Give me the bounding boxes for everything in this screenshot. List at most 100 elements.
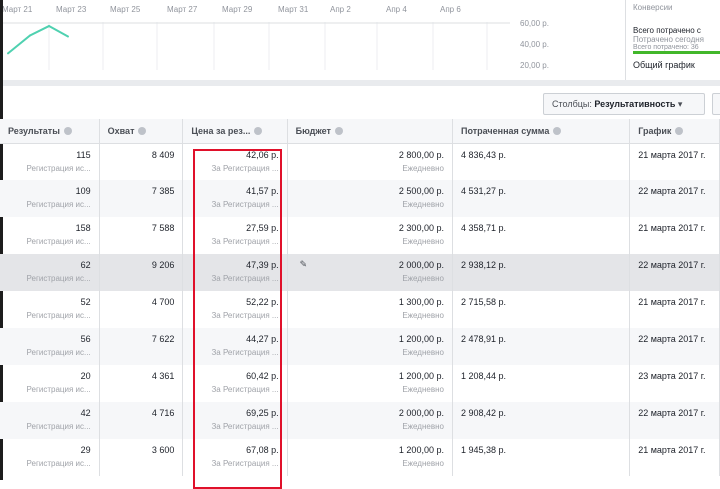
results-value: 52 — [80, 297, 91, 307]
y-tick-label: 60,00 р. — [520, 19, 549, 28]
info-icon[interactable] — [63, 127, 72, 136]
column-header-label: Потраченная сумма — [460, 125, 550, 136]
reach-value: 4 361 — [151, 371, 175, 381]
reach-cell: 7 622 — [99, 328, 184, 365]
table-row[interactable]: 115 Регистрация ис... 8 409 42,06 р. За Ре… — [0, 143, 720, 180]
data-point — [67, 35, 69, 38]
info-icon[interactable] — [334, 127, 343, 136]
table-row[interactable]: 52 Регистрация ис... 4 700 52,22 р. За Рег… — [0, 291, 720, 328]
reach-value: 7 385 — [151, 186, 175, 196]
reach-value: 4 700 — [151, 297, 175, 307]
chevron-down-icon: ▾ — [677, 99, 683, 109]
x-tick-label: Март 29 — [222, 5, 253, 14]
column-header-label: Бюджет — [295, 125, 331, 136]
x-tick-label: Март 21 — [2, 5, 33, 14]
budget-cell[interactable]: 1 200,00 р. Ежедневно — [287, 328, 453, 365]
results-type: Регистрация ис... — [26, 311, 91, 320]
budget-type: Ежедневно — [402, 200, 444, 209]
schedule-cell: 23 марта 2017 г. — [629, 365, 720, 402]
results-value: 109 — [75, 186, 91, 196]
spent-cell: 2 908,42 р. — [452, 402, 631, 439]
schedule-cell: 21 марта 2017 г. — [629, 291, 720, 328]
budget-cell[interactable]: 1 200,00 р. Ежедневно — [287, 365, 453, 402]
columns-label: Столбцы: — [552, 99, 592, 109]
table-row[interactable]: 20 Регистрация ис... 4 361 60,42 р. За Рег… — [0, 365, 720, 402]
results-value: 158 — [75, 223, 91, 233]
results-cell: 158 Регистрация ис... — [0, 217, 100, 254]
overall-schedule: Общий график — [633, 60, 695, 70]
table-row[interactable]: 42 Регистрация ис... 4 716 69,25 р. За Рег… — [0, 402, 720, 439]
budget-cell[interactable]: 1 300,00 р. Ежедневно — [287, 291, 453, 328]
x-tick-label: Март 25 — [110, 5, 141, 14]
y-tick-label: 40,00 р. — [520, 40, 549, 49]
budget-value: 2 800,00 р. — [398, 149, 444, 160]
results-type: Регистрация ис... — [26, 459, 91, 468]
column-header-label: График — [638, 125, 672, 136]
info-icon[interactable] — [254, 127, 263, 136]
budget-cell[interactable]: 1 200,00 р. Ежедневно — [287, 439, 453, 476]
schedule-cell: 21 марта 2017 г. — [629, 217, 720, 254]
results-value: 62 — [80, 260, 91, 270]
schedule-cell: 22 марта 2017 г. — [629, 402, 720, 439]
column-header[interactable]: Потраченная сумма — [452, 119, 631, 144]
budget-cell[interactable]: 2 300,00 р. Ежедневно — [287, 217, 453, 254]
edit-pencil-icon[interactable]: ✎ — [300, 259, 308, 270]
schedule-value: 22 марта 2017 г. — [638, 186, 706, 196]
results-type: Регистрация ис... — [26, 422, 91, 431]
budget-cell[interactable]: ✎ 2 000,00 р. Ежедневно — [287, 254, 453, 291]
schedule-cell: 22 марта 2017 г. — [629, 254, 720, 291]
column-header-label: Охват — [107, 125, 135, 136]
reach-cell: 3 600 — [99, 439, 184, 476]
x-tick-label: Апр 6 — [440, 5, 461, 14]
reach-value: 4 716 — [151, 408, 175, 418]
budget-type: Ежедневно — [402, 163, 444, 173]
column-header[interactable]: График — [629, 119, 720, 144]
budget-type: Ежедневно — [402, 274, 444, 283]
info-icon[interactable] — [675, 127, 684, 136]
spent-value: 2 478,91 р. — [460, 334, 507, 344]
column-header[interactable]: Цена за рез... — [182, 119, 288, 144]
columns-dropdown[interactable]: Столбцы: Результативность ▾ — [543, 93, 705, 115]
toolbar-button[interactable] — [712, 93, 720, 115]
info-icon[interactable] — [553, 127, 562, 136]
budget-type: Ежедневно — [402, 348, 444, 357]
budget-type: Ежедневно — [402, 459, 444, 468]
spent-progress — [633, 51, 720, 54]
schedule-value: 21 марта 2017 г. — [638, 149, 706, 160]
x-tick-label: Март 27 — [167, 5, 198, 14]
column-header-label: Результаты — [8, 125, 60, 136]
spent-cell: 4 836,43 р. — [452, 143, 631, 180]
budget-value: 1 300,00 р. — [398, 297, 444, 307]
results-cell: 29 Регистрация ис... — [0, 439, 100, 476]
budget-cell[interactable]: 2 800,00 р. Ежедневно — [287, 143, 453, 180]
schedule-value: 21 марта 2017 г. — [638, 297, 706, 307]
total-spent-label: Всего потрачено с — [633, 26, 701, 35]
series-line — [7, 24, 69, 55]
budget-type: Ежедневно — [402, 311, 444, 320]
budget-cell[interactable]: 2 000,00 р. Ежедневно — [287, 402, 453, 439]
budget-cell[interactable]: 2 500,00 р. Ежедневно — [287, 180, 453, 217]
column-header[interactable]: Бюджет — [287, 119, 453, 144]
table-row[interactable]: 29 Регистрация ис... 3 600 67,08 р. За Рег… — [0, 439, 720, 476]
spent-value: 4 836,43 р. — [460, 149, 507, 160]
conversions-label: Конверсии — [633, 3, 673, 12]
info-icon[interactable] — [138, 127, 147, 136]
budget-value: 1 200,00 р. — [398, 445, 444, 455]
table-row[interactable]: 109 Регистрация ис... 7 385 41,57 р. За Ре… — [0, 180, 720, 217]
table-row[interactable]: 158 Регистрация ис... 7 588 27,59 р. За Ре… — [0, 217, 720, 254]
column-header[interactable]: Результаты — [0, 119, 100, 144]
spent-value: 2 908,42 р. — [460, 408, 507, 418]
reach-cell: 9 206 — [99, 254, 184, 291]
budget-type: Ежедневно — [402, 237, 444, 246]
budget-type: Ежедневно — [402, 422, 444, 431]
results-cell: 52 Регистрация ис... — [0, 291, 100, 328]
column-header[interactable]: Охват — [99, 119, 184, 144]
table-row[interactable]: 62 Регистрация ис... 9 206 47,39 р. За Рег… — [0, 254, 720, 291]
reach-value: 9 206 — [151, 260, 175, 270]
table-row[interactable]: 56 Регистрация ис... 7 622 44,27 р. За Рег… — [0, 328, 720, 365]
x-tick-label: Апр 4 — [386, 5, 407, 14]
results-cell: 56 Регистрация ис... — [0, 328, 100, 365]
results-type: Регистрация ис... — [26, 274, 91, 283]
spent-cell: 1 208,44 р. — [452, 365, 631, 402]
budget-value: 2 300,00 р. — [398, 223, 444, 233]
